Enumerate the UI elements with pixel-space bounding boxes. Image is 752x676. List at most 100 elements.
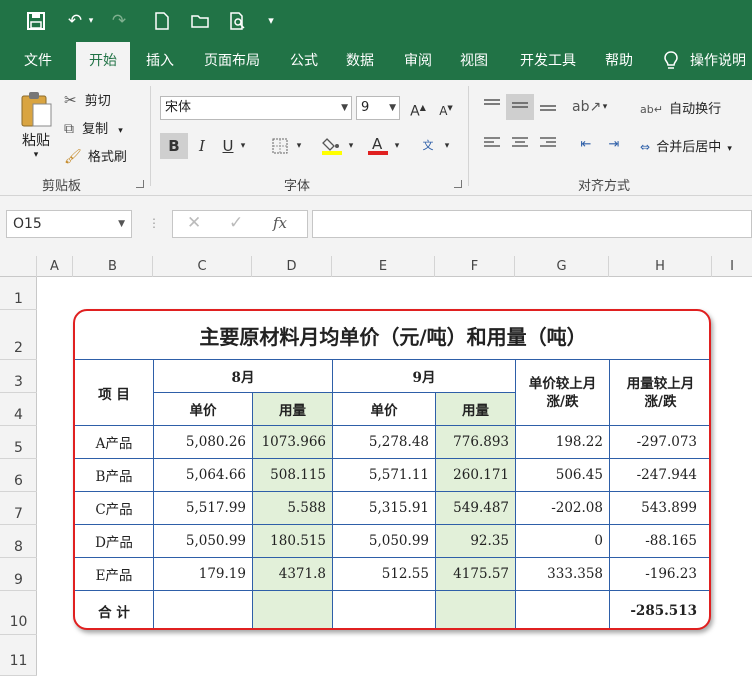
tell-me-search[interactable]: 操作说明 (690, 42, 752, 80)
row-header[interactable]: 5 (0, 426, 37, 459)
align-right-icon[interactable] (534, 132, 562, 158)
row-header[interactable]: 8 (0, 525, 37, 558)
merge-dropdown-icon[interactable]: ▾ (727, 144, 732, 154)
border-icon[interactable] (266, 133, 294, 159)
usage-change-cell[interactable]: -88.165 (610, 525, 709, 558)
price-9-cell[interactable]: 512.55 (333, 558, 436, 591)
usage-8-cell[interactable]: 4371.8 (253, 558, 333, 591)
decrease-indent-icon[interactable]: ⇤ (572, 132, 600, 158)
row-header[interactable]: 11 (0, 635, 37, 676)
usage-9-cell[interactable]: 776.893 (436, 426, 516, 459)
phonetic-guide-icon[interactable]: 文 (414, 133, 442, 159)
price-change-cell[interactable]: -202.08 (516, 492, 610, 525)
price-9-cell[interactable]: 5,315.91 (333, 492, 436, 525)
font-color-icon[interactable]: A (364, 133, 392, 159)
row-header[interactable]: 6 (0, 459, 37, 492)
row-header[interactable]: 2 (0, 310, 37, 360)
price-9-cell[interactable]: 5,571.11 (333, 459, 436, 492)
month-header[interactable]: 9月 (333, 360, 516, 393)
underline-dropdown-icon[interactable]: ▾ (236, 133, 250, 159)
tab-review[interactable]: 审阅 (394, 42, 442, 80)
product-name[interactable]: D产品 (75, 525, 154, 558)
font-size-select[interactable]: 9 ▼ (356, 96, 400, 120)
open-folder-icon[interactable] (188, 8, 214, 34)
column-header[interactable]: E (332, 256, 435, 277)
cancel-icon[interactable]: ✕ (187, 213, 201, 233)
usage-8-cell[interactable]: 5.588 (253, 492, 333, 525)
product-name[interactable]: C产品 (75, 492, 154, 525)
tab-file[interactable]: 文件 (10, 42, 66, 80)
enter-icon[interactable]: ✓ (229, 213, 243, 233)
usage-8-cell[interactable]: 1073.966 (253, 426, 333, 459)
redo-icon[interactable]: ↷ (106, 8, 132, 34)
price-header[interactable]: 单价 (154, 393, 253, 426)
align-middle-icon[interactable] (506, 94, 534, 120)
price-9-cell[interactable]: 5,278.48 (333, 426, 436, 459)
align-left-icon[interactable] (478, 132, 506, 158)
usage-9-cell[interactable]: 4175.57 (436, 558, 516, 591)
total-cell[interactable] (436, 591, 516, 628)
column-header[interactable]: F (435, 256, 515, 277)
usage-8-cell[interactable]: 180.515 (253, 525, 333, 558)
tab-view[interactable]: 视图 (450, 42, 498, 80)
format-painter-button[interactable]: 🖌 格式刷 (64, 146, 127, 165)
column-header[interactable]: I (712, 256, 752, 277)
orientation-icon[interactable]: ab↗ (572, 94, 601, 120)
price-8-cell[interactable]: 5,080.26 (154, 426, 253, 459)
phonetic-dropdown-icon[interactable]: ▾ (440, 133, 454, 159)
column-header[interactable]: G (515, 256, 609, 277)
usage-9-cell[interactable]: 92.35 (436, 525, 516, 558)
tab-page-layout[interactable]: 页面布局 (194, 42, 270, 80)
drag-handle-icon[interactable]: ⋮ (148, 216, 160, 230)
total-cell[interactable] (253, 591, 333, 628)
copy-dropdown-icon[interactable]: ▾ (118, 126, 123, 136)
select-all-corner[interactable] (0, 256, 37, 277)
cut-button[interactable]: ✂ 剪切 (64, 90, 111, 109)
price-change-header[interactable]: 单价较上月涨/跌 (516, 360, 610, 426)
usage-change-cell[interactable]: -196.23 (610, 558, 709, 591)
row-header[interactable]: 7 (0, 492, 37, 525)
price-8-cell[interactable]: 5,064.66 (154, 459, 253, 492)
increase-font-size-icon[interactable]: A▲ (404, 95, 432, 121)
tab-formulas[interactable]: 公式 (280, 42, 328, 80)
total-cell[interactable] (333, 591, 436, 628)
insert-function-icon[interactable]: fx (273, 214, 287, 232)
font-launcher-icon[interactable] (454, 180, 462, 188)
usage-change-cell[interactable]: -297.073 (610, 426, 709, 459)
price-8-cell[interactable]: 179.19 (154, 558, 253, 591)
price-change-cell[interactable]: 506.45 (516, 459, 610, 492)
price-change-cell[interactable]: 333.358 (516, 558, 610, 591)
tab-help[interactable]: 帮助 (596, 42, 642, 80)
usage-header[interactable]: 用量 (436, 393, 516, 426)
increase-indent-icon[interactable]: ⇥ (600, 132, 628, 158)
align-top-icon[interactable] (478, 94, 506, 120)
clipboard-launcher-icon[interactable] (136, 180, 144, 188)
save-icon[interactable] (24, 8, 48, 34)
merge-center-button[interactable]: ⇔ 合并后居中 ▾ (640, 136, 732, 155)
align-center-icon[interactable] (506, 132, 534, 158)
usage-8-cell[interactable]: 508.115 (253, 459, 333, 492)
product-name[interactable]: B产品 (75, 459, 154, 492)
formula-input[interactable] (312, 210, 752, 238)
print-preview-icon[interactable] (226, 8, 250, 34)
customize-qat-icon[interactable]: ▾ (264, 8, 278, 34)
orientation-dropdown-icon[interactable]: ▾ (598, 94, 612, 120)
column-header[interactable]: D (252, 256, 332, 277)
fill-color-icon[interactable] (318, 133, 346, 159)
tab-data[interactable]: 数据 (336, 42, 384, 80)
price-8-cell[interactable]: 5,050.99 (154, 525, 253, 558)
tab-developer[interactable]: 开发工具 (508, 42, 588, 80)
price-9-cell[interactable]: 5,050.99 (333, 525, 436, 558)
tab-home[interactable]: 开始 (76, 42, 130, 80)
price-8-cell[interactable]: 5,517.99 (154, 492, 253, 525)
fill-color-dropdown-icon[interactable]: ▾ (344, 133, 358, 159)
paste-button[interactable]: 粘贴 ▾ (14, 90, 58, 170)
column-header[interactable]: B (73, 256, 153, 277)
usage-change-cell[interactable]: -247.944 (610, 459, 709, 492)
decrease-font-size-icon[interactable]: A▼ (432, 95, 460, 121)
font-color-dropdown-icon[interactable]: ▾ (390, 133, 404, 159)
total-cell[interactable] (516, 591, 610, 628)
usage-header[interactable]: 用量 (253, 393, 333, 426)
item-header[interactable]: 项 目 (75, 360, 154, 426)
price-change-cell[interactable]: 0 (516, 525, 610, 558)
